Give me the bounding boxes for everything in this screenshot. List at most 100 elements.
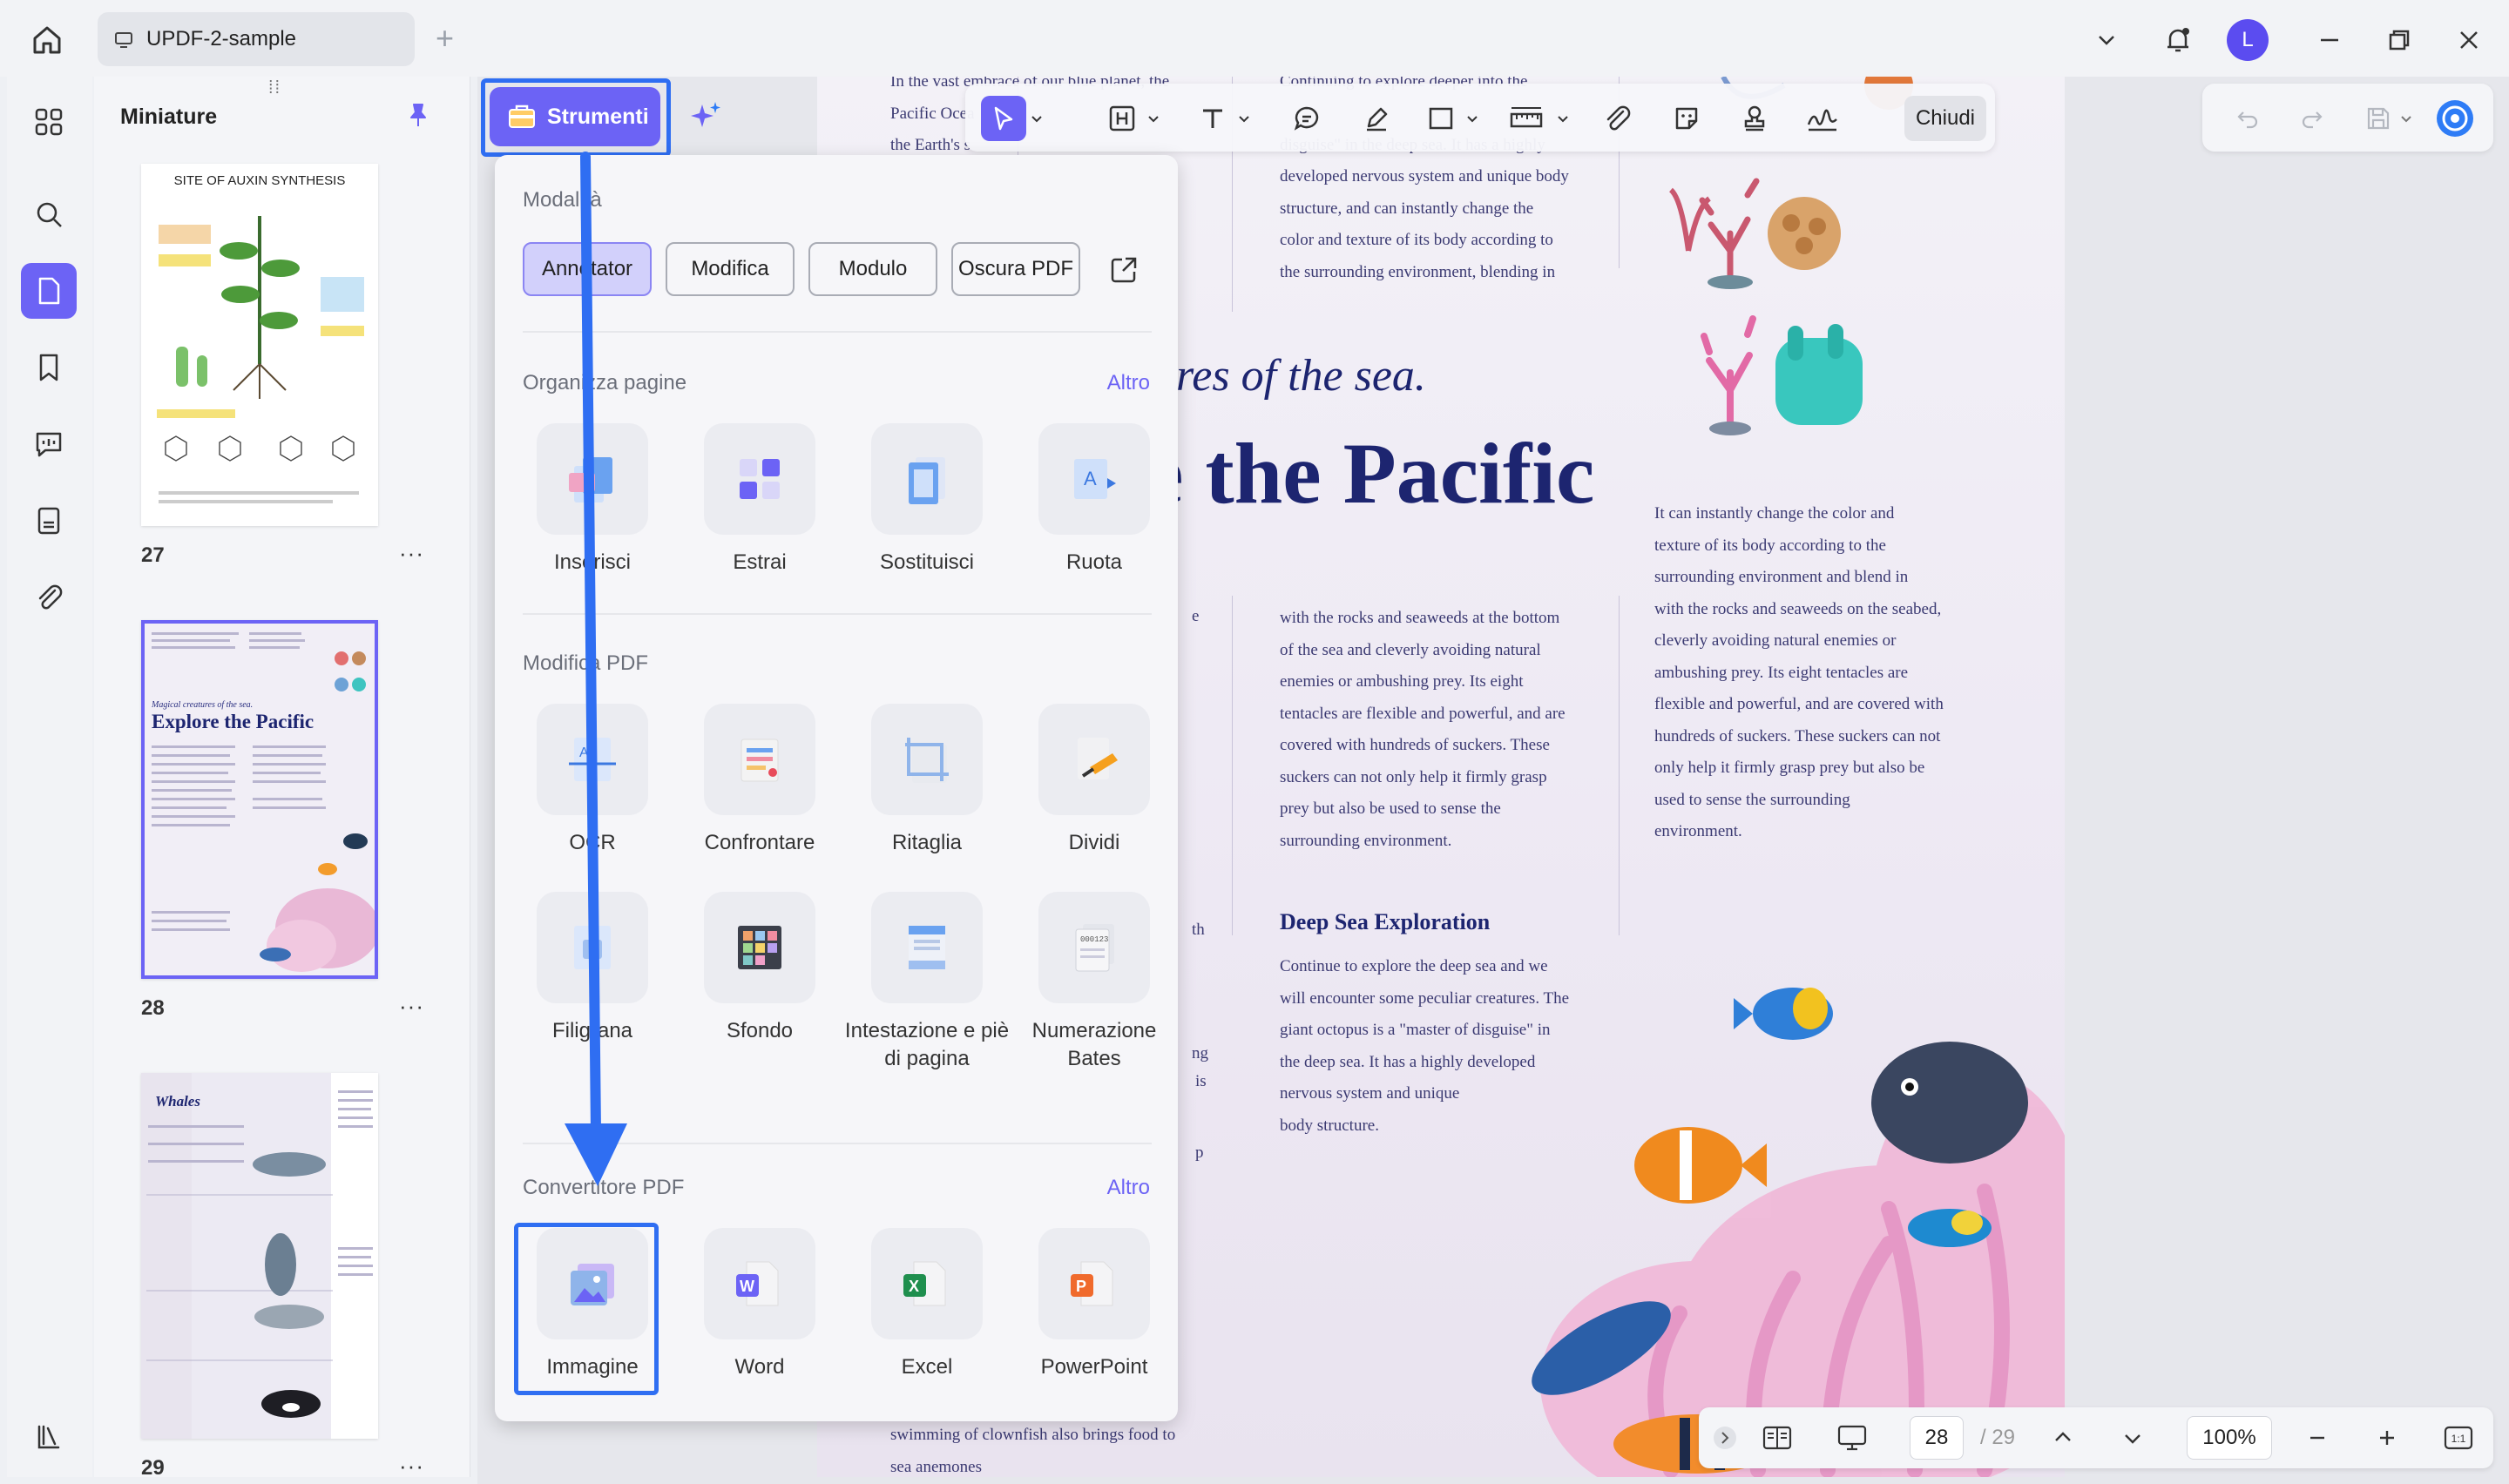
text-tool-icon[interactable] bbox=[1190, 96, 1235, 141]
select-cursor-icon[interactable] bbox=[981, 96, 1026, 141]
tool-label: PowerPoint bbox=[1040, 1355, 1148, 1379]
tool-inserisci[interactable]: Inserisci bbox=[509, 423, 676, 577]
rectangle-shape-icon[interactable] bbox=[1418, 96, 1464, 141]
attachment-icon[interactable] bbox=[21, 570, 77, 625]
close-tools-button[interactable]: Chiudi bbox=[1904, 96, 1986, 141]
thumbnail-page-27[interactable]: SITE OF AUXIN SYNTHESIS bbox=[141, 164, 378, 526]
convert-more-link[interactable]: Altro bbox=[1107, 1176, 1150, 1200]
bookmark-icon[interactable] bbox=[21, 340, 77, 395]
strumenti-button[interactable]: Strumenti bbox=[490, 87, 660, 146]
chevron-down-icon[interactable] bbox=[1234, 96, 1254, 141]
text-line: of the sea and cleverly avoiding natural bbox=[1280, 640, 1541, 659]
chevron-down-icon[interactable] bbox=[1552, 96, 1573, 141]
pin-icon[interactable] bbox=[404, 101, 432, 133]
stamp-icon[interactable] bbox=[1732, 96, 1777, 141]
tool-powerpoint[interactable]: P PowerPoint bbox=[1011, 1228, 1178, 1381]
measure-ruler-icon[interactable] bbox=[1504, 96, 1549, 141]
mode-modulo-button[interactable]: Modulo bbox=[808, 242, 937, 296]
mode-oscura-button[interactable]: Oscura PDF bbox=[951, 242, 1080, 296]
tool-intestazione[interactable]: Intestazione e piè di pagina bbox=[843, 892, 1011, 1073]
page-navigation-bar: 28 / 29 100% 1:1 bbox=[1699, 1407, 2493, 1468]
restore-icon[interactable] bbox=[2377, 17, 2422, 63]
tool-ritaglia[interactable]: Ritaglia bbox=[843, 704, 1011, 857]
thumbnail-more-icon[interactable]: ··· bbox=[399, 993, 424, 1020]
chevron-down-icon[interactable] bbox=[2084, 17, 2129, 63]
save-icon[interactable] bbox=[2356, 96, 2401, 141]
undo-icon[interactable] bbox=[2225, 96, 2270, 141]
search-icon[interactable] bbox=[21, 186, 77, 242]
tool-ocr[interactable]: Ab OCR bbox=[509, 704, 676, 857]
page-heading: e the Pacific bbox=[1145, 425, 1595, 522]
svg-text:Ab: Ab bbox=[579, 745, 597, 760]
sticker-icon[interactable] bbox=[1664, 96, 1709, 141]
organize-more-link[interactable]: Altro bbox=[1107, 371, 1150, 395]
home-icon[interactable] bbox=[26, 19, 68, 61]
organize-grid-icon[interactable] bbox=[21, 94, 77, 150]
thumbnails-page-icon[interactable] bbox=[21, 263, 77, 319]
text-fragment: e bbox=[1192, 607, 1200, 625]
close-window-icon[interactable] bbox=[2446, 17, 2492, 63]
user-avatar[interactable]: L bbox=[2225, 17, 2270, 63]
tool-sfondo[interactable]: Sfondo bbox=[676, 892, 843, 1045]
mode-annotator-button[interactable]: Annotator bbox=[523, 242, 652, 296]
collapse-nav-icon[interactable] bbox=[1708, 1416, 1742, 1460]
tool-label: Ritaglia bbox=[891, 831, 963, 854]
text-line: surrounding environment. bbox=[1280, 831, 1452, 850]
title-bar: UPDF-2-sample + L bbox=[0, 0, 2509, 77]
document-tab[interactable]: UPDF-2-sample bbox=[98, 12, 415, 66]
tool-dividi[interactable]: Dividi bbox=[1011, 704, 1178, 857]
ai-assistant-icon[interactable] bbox=[2432, 96, 2478, 141]
text-line: prey but also be used to sense the bbox=[1280, 799, 1501, 818]
text-line: ambushing prey. Its eight tentacles are bbox=[1654, 663, 1909, 682]
zoom-level-input[interactable]: 100% bbox=[2187, 1416, 2272, 1460]
chevron-down-icon[interactable] bbox=[1143, 96, 1164, 141]
redo-icon[interactable] bbox=[2289, 96, 2335, 141]
thumbnail-more-icon[interactable]: ··· bbox=[399, 540, 424, 567]
tool-sostituisci[interactable]: Sostituisci bbox=[843, 423, 1011, 577]
notification-bell-icon[interactable] bbox=[2155, 17, 2201, 63]
forms-icon[interactable] bbox=[21, 493, 77, 549]
tool-estrai[interactable]: Estrai bbox=[676, 423, 843, 577]
thumbnail-page-28[interactable]: Magical creatures of the sea. Explore th… bbox=[141, 620, 378, 979]
tool-word[interactable]: W Word bbox=[676, 1228, 843, 1381]
chevron-down-icon[interactable] bbox=[1026, 96, 1047, 141]
library-icon[interactable] bbox=[21, 1409, 77, 1465]
new-tab-plus-icon[interactable]: + bbox=[436, 23, 454, 54]
thumbnail-28-subtitle: Magical creatures of the sea. bbox=[151, 700, 253, 710]
tool-label: Ruota bbox=[1065, 550, 1123, 574]
page-subtitle: res of the sea. bbox=[1176, 351, 1426, 401]
zoom-out-icon[interactable] bbox=[2298, 1416, 2337, 1460]
actual-size-button[interactable]: 1:1 bbox=[2436, 1416, 2481, 1460]
tool-filigrana[interactable]: Filigrana bbox=[509, 892, 676, 1045]
attachment-icon[interactable] bbox=[1594, 96, 1640, 141]
minimize-icon[interactable] bbox=[2307, 17, 2352, 63]
panel-drag-handle[interactable]: ⁞⁞ bbox=[268, 78, 281, 98]
tool-ruota[interactable]: A Ruota bbox=[1011, 423, 1178, 577]
presentation-icon[interactable] bbox=[1829, 1416, 1875, 1460]
comments-icon[interactable] bbox=[21, 416, 77, 472]
tool-numerazione-bates[interactable]: 000123 Numerazione Bates bbox=[1011, 892, 1178, 1073]
tool-confrontare[interactable]: Confrontare bbox=[676, 704, 843, 857]
comment-bubble-icon[interactable] bbox=[1284, 96, 1329, 141]
zoom-in-icon[interactable] bbox=[2368, 1416, 2406, 1460]
mode-modifica-button[interactable]: Modifica bbox=[666, 242, 795, 296]
pencil-icon[interactable] bbox=[1354, 96, 1399, 141]
ai-sparkle-icon[interactable] bbox=[681, 91, 730, 143]
reading-mode-icon[interactable] bbox=[1755, 1416, 1800, 1460]
tool-excel[interactable]: X Excel bbox=[843, 1228, 1011, 1381]
highlight-h-icon[interactable] bbox=[1099, 96, 1145, 141]
chevron-down-icon[interactable] bbox=[2396, 96, 2417, 141]
previous-page-icon[interactable] bbox=[2044, 1416, 2082, 1460]
modes-section-title: Modalità bbox=[523, 188, 602, 212]
text-line: It can instantly change the color and bbox=[1654, 504, 1895, 523]
thumbnail-more-icon[interactable]: ··· bbox=[399, 1453, 424, 1480]
tool-label: Sostituisci bbox=[879, 550, 975, 574]
open-external-icon[interactable] bbox=[1101, 247, 1146, 293]
svg-text:X: X bbox=[909, 1278, 919, 1295]
next-page-icon[interactable] bbox=[2113, 1416, 2152, 1460]
current-page-input[interactable]: 28 bbox=[1910, 1416, 1964, 1460]
signature-icon[interactable] bbox=[1800, 96, 1845, 141]
text-fragment: p bbox=[1195, 1143, 1204, 1162]
thumbnail-page-29[interactable]: Whales bbox=[141, 1073, 378, 1439]
chevron-down-icon[interactable] bbox=[1462, 96, 1483, 141]
